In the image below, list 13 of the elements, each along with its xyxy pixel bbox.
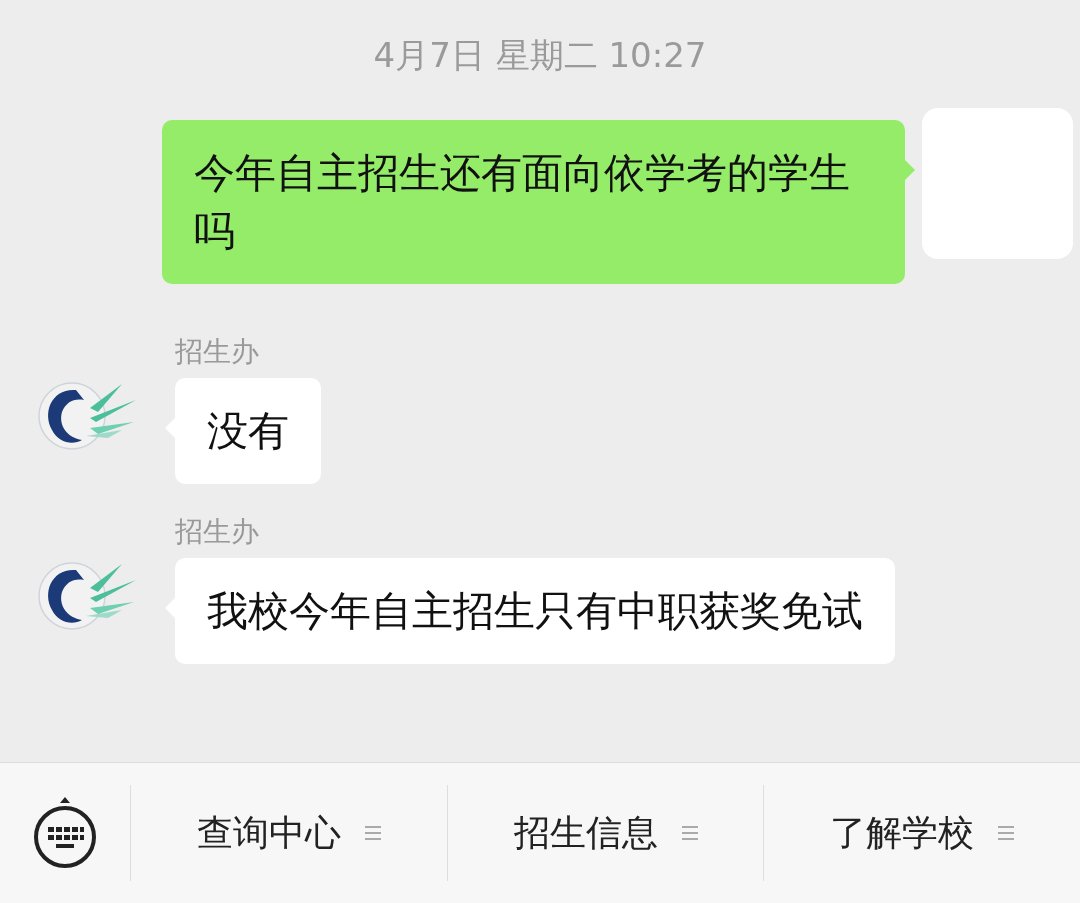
menu-icon (998, 825, 1015, 841)
menu-icon (364, 825, 381, 841)
sender-name: 招生办 (175, 515, 259, 549)
menu-button[interactable]: 招生信息 (513, 809, 658, 857)
timestamp: 4月7日 星期二 10:27 (373, 34, 707, 77)
menu-button[interactable]: 查询中心 (196, 809, 341, 857)
message-bubble: 今年自主招生还有面向依学考的学生吗 (162, 120, 905, 284)
menu-icon (681, 825, 698, 841)
keyboard-icon[interactable] (32, 796, 98, 870)
sender-name: 招生办 (175, 335, 259, 369)
menu-button[interactable]: 了解学校 (830, 809, 975, 857)
message-bubble: 没有 (175, 378, 321, 484)
message-bubble: 我校今年自主招生只有中职获奖免试 (175, 558, 895, 664)
